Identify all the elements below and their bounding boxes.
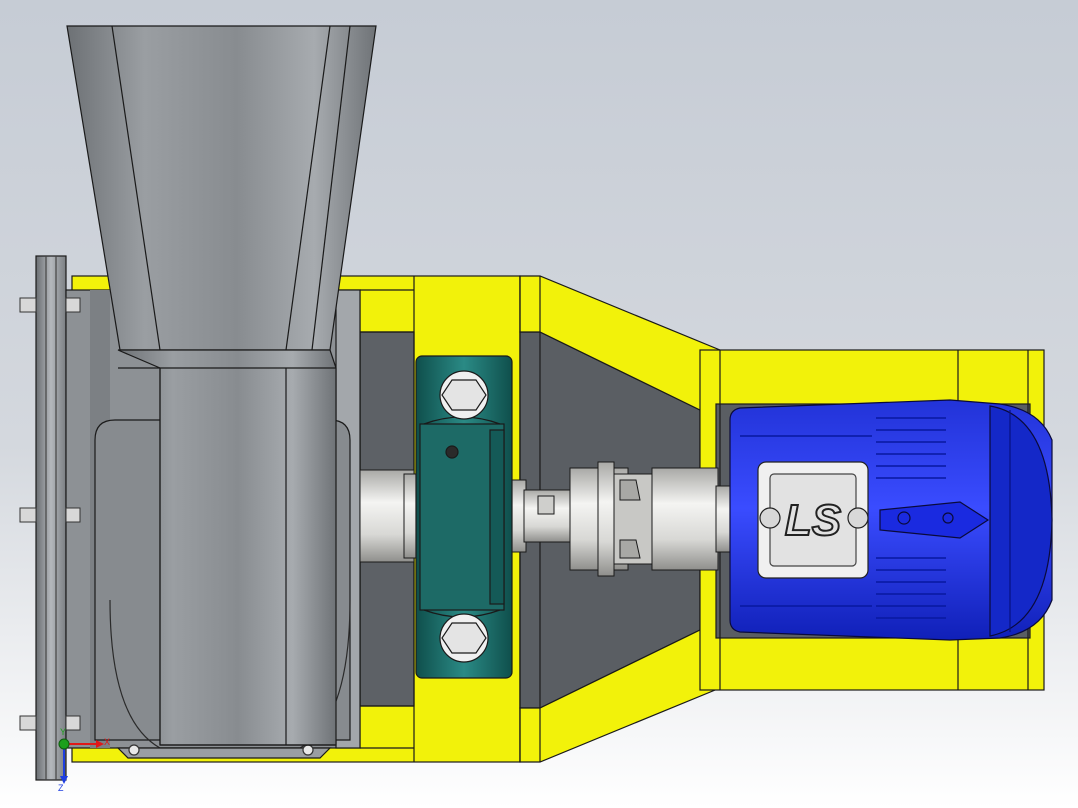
- terminal-screw-icon: [759, 507, 781, 529]
- bolt-head-icon: [19, 297, 37, 313]
- flange-plate[interactable]: [35, 255, 67, 781]
- hex-bolt-icon: [441, 622, 487, 654]
- bolt-nut-icon: [65, 297, 81, 313]
- z-axis-label: Z: [58, 783, 64, 793]
- coupling-flange-left: [597, 461, 615, 577]
- electric-motor[interactable]: LS: [729, 399, 1053, 641]
- cad-viewport[interactable]: LS X Y Z: [0, 0, 1078, 808]
- bolt-head-icon: [19, 507, 37, 523]
- hex-bolt-icon: [441, 379, 487, 411]
- cad-model-view[interactable]: LS: [0, 0, 1078, 808]
- hopper-funnel[interactable]: [66, 25, 377, 351]
- x-axis-label: X: [104, 737, 111, 747]
- bolt-head-icon: [19, 715, 37, 731]
- bolt-nut-icon: [65, 507, 81, 523]
- drain-hole-icon: [302, 744, 314, 756]
- drain-hole-icon: [128, 744, 140, 756]
- terminal-screw-icon: [847, 507, 869, 529]
- jaw-coupling[interactable]: [569, 461, 733, 577]
- coupling-hub-right[interactable]: [651, 467, 719, 571]
- shaft-key: [537, 495, 555, 515]
- grease-fitting-icon: [445, 445, 459, 459]
- motor-brand-logo: LS: [785, 496, 841, 545]
- bearing-ring: [489, 429, 505, 605]
- pillow-block-bearing[interactable]: [415, 355, 513, 679]
- bolt-nut-icon: [65, 715, 81, 731]
- y-axis-label: Y: [60, 727, 67, 737]
- y-axis-dot-icon: [58, 738, 70, 750]
- housing-bottom-tab: [116, 747, 332, 759]
